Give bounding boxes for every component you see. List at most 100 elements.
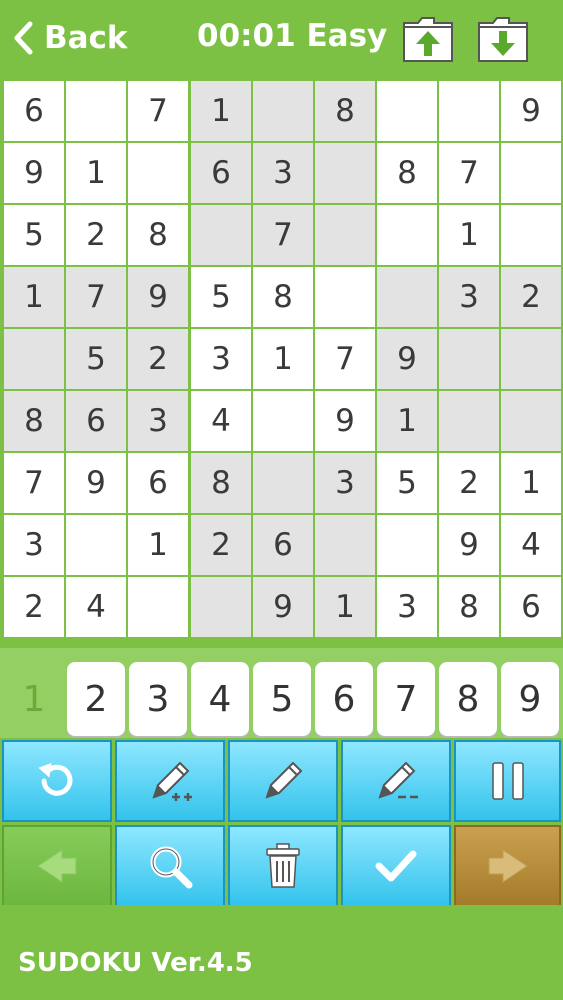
- restart-button[interactable]: [2, 740, 112, 822]
- digit-button-8[interactable]: 8: [439, 662, 497, 736]
- board-cell[interactable]: [315, 205, 375, 265]
- board-cell[interactable]: 3: [253, 143, 313, 203]
- board-cell[interactable]: 9: [253, 577, 313, 637]
- board-cell[interactable]: [66, 515, 126, 575]
- digit-button-9[interactable]: 9: [501, 662, 559, 736]
- board-cell[interactable]: 6: [191, 143, 251, 203]
- delete-button[interactable]: [228, 825, 338, 907]
- board-cell[interactable]: [377, 205, 437, 265]
- board-cell[interactable]: [4, 329, 64, 389]
- board-cell[interactable]: 1: [377, 391, 437, 451]
- board-cell[interactable]: 6: [128, 453, 188, 513]
- board-cell[interactable]: 9: [4, 143, 64, 203]
- board-cell[interactable]: 2: [66, 205, 126, 265]
- board-cell[interactable]: [377, 81, 437, 141]
- board-cell[interactable]: 3: [315, 453, 375, 513]
- board-cell[interactable]: 9: [501, 81, 561, 141]
- board-cell[interactable]: 1: [315, 577, 375, 637]
- board-cell[interactable]: 7: [4, 453, 64, 513]
- board-cell[interactable]: [501, 391, 561, 451]
- board-cell[interactable]: 4: [191, 391, 251, 451]
- board-cell[interactable]: 7: [253, 205, 313, 265]
- board-cell[interactable]: 7: [439, 143, 499, 203]
- board-cell[interactable]: [315, 143, 375, 203]
- pause-button[interactable]: [454, 740, 561, 822]
- board-cell[interactable]: 6: [66, 391, 126, 451]
- board-cell[interactable]: 8: [191, 453, 251, 513]
- digit-button-5[interactable]: 5: [253, 662, 311, 736]
- board-cell[interactable]: 6: [253, 515, 313, 575]
- board-cell[interactable]: [439, 391, 499, 451]
- board-cell[interactable]: 3: [439, 267, 499, 327]
- digit-button-6[interactable]: 6: [315, 662, 373, 736]
- digit-button-7[interactable]: 7: [377, 662, 435, 736]
- board-cell[interactable]: 5: [377, 453, 437, 513]
- previous-button[interactable]: [2, 825, 112, 907]
- board-cell[interactable]: 7: [315, 329, 375, 389]
- board-cell[interactable]: [191, 577, 251, 637]
- board-cell[interactable]: [501, 329, 561, 389]
- board-cell[interactable]: [191, 205, 251, 265]
- board-cell[interactable]: [128, 577, 188, 637]
- pencil-erase-button[interactable]: [341, 740, 451, 822]
- digit-button-4[interactable]: 4: [191, 662, 249, 736]
- board-cell[interactable]: [253, 81, 313, 141]
- board-cell[interactable]: [501, 205, 561, 265]
- board-cell[interactable]: 9: [128, 267, 188, 327]
- board-cell[interactable]: 4: [501, 515, 561, 575]
- board-cell[interactable]: [439, 329, 499, 389]
- board-cell[interactable]: 8: [128, 205, 188, 265]
- next-button[interactable]: [454, 825, 561, 907]
- pencil-button[interactable]: [228, 740, 338, 822]
- board-cell[interactable]: 1: [128, 515, 188, 575]
- board-cell[interactable]: 6: [501, 577, 561, 637]
- digit-button-2[interactable]: 2: [67, 662, 125, 736]
- board-cell[interactable]: [253, 453, 313, 513]
- board-cell[interactable]: 9: [315, 391, 375, 451]
- board-cell[interactable]: 1: [439, 205, 499, 265]
- board-cell[interactable]: 1: [4, 267, 64, 327]
- board-cell[interactable]: 5: [66, 329, 126, 389]
- board-cell[interactable]: 7: [66, 267, 126, 327]
- board-cell[interactable]: 9: [66, 453, 126, 513]
- board-cell[interactable]: 5: [191, 267, 251, 327]
- board-cell[interactable]: 1: [501, 453, 561, 513]
- board-cell[interactable]: [66, 81, 126, 141]
- download-button[interactable]: [477, 15, 529, 63]
- digit-button-3[interactable]: 3: [129, 662, 187, 736]
- board-cell[interactable]: [315, 267, 375, 327]
- board-cell[interactable]: 2: [128, 329, 188, 389]
- board-cell[interactable]: 3: [128, 391, 188, 451]
- digit-button-1[interactable]: 1: [5, 662, 63, 736]
- board-cell[interactable]: 5: [4, 205, 64, 265]
- board-cell[interactable]: 9: [377, 329, 437, 389]
- board-cell[interactable]: [501, 143, 561, 203]
- board-cell[interactable]: 1: [253, 329, 313, 389]
- board-cell[interactable]: [315, 515, 375, 575]
- board-cell[interactable]: 8: [253, 267, 313, 327]
- board-cell[interactable]: [377, 267, 437, 327]
- board-cell[interactable]: 8: [439, 577, 499, 637]
- board-cell[interactable]: 8: [315, 81, 375, 141]
- board-cell[interactable]: [128, 143, 188, 203]
- board-cell[interactable]: [377, 515, 437, 575]
- hint-button[interactable]: [115, 825, 225, 907]
- board-cell[interactable]: 6: [4, 81, 64, 141]
- board-cell[interactable]: 1: [191, 81, 251, 141]
- board-cell[interactable]: 3: [191, 329, 251, 389]
- board-cell[interactable]: 2: [4, 577, 64, 637]
- board-cell[interactable]: 8: [377, 143, 437, 203]
- board-cell[interactable]: 2: [191, 515, 251, 575]
- pencil-add-button[interactable]: [115, 740, 225, 822]
- board-cell[interactable]: 7: [128, 81, 188, 141]
- board-cell[interactable]: 2: [439, 453, 499, 513]
- board-cell[interactable]: 2: [501, 267, 561, 327]
- board-cell[interactable]: 9: [439, 515, 499, 575]
- board-cell[interactable]: 3: [377, 577, 437, 637]
- check-button[interactable]: [341, 825, 451, 907]
- board-cell[interactable]: 1: [66, 143, 126, 203]
- board-cell[interactable]: 3: [4, 515, 64, 575]
- board-cell[interactable]: [439, 81, 499, 141]
- board-cell[interactable]: 4: [66, 577, 126, 637]
- board-cell[interactable]: 8: [4, 391, 64, 451]
